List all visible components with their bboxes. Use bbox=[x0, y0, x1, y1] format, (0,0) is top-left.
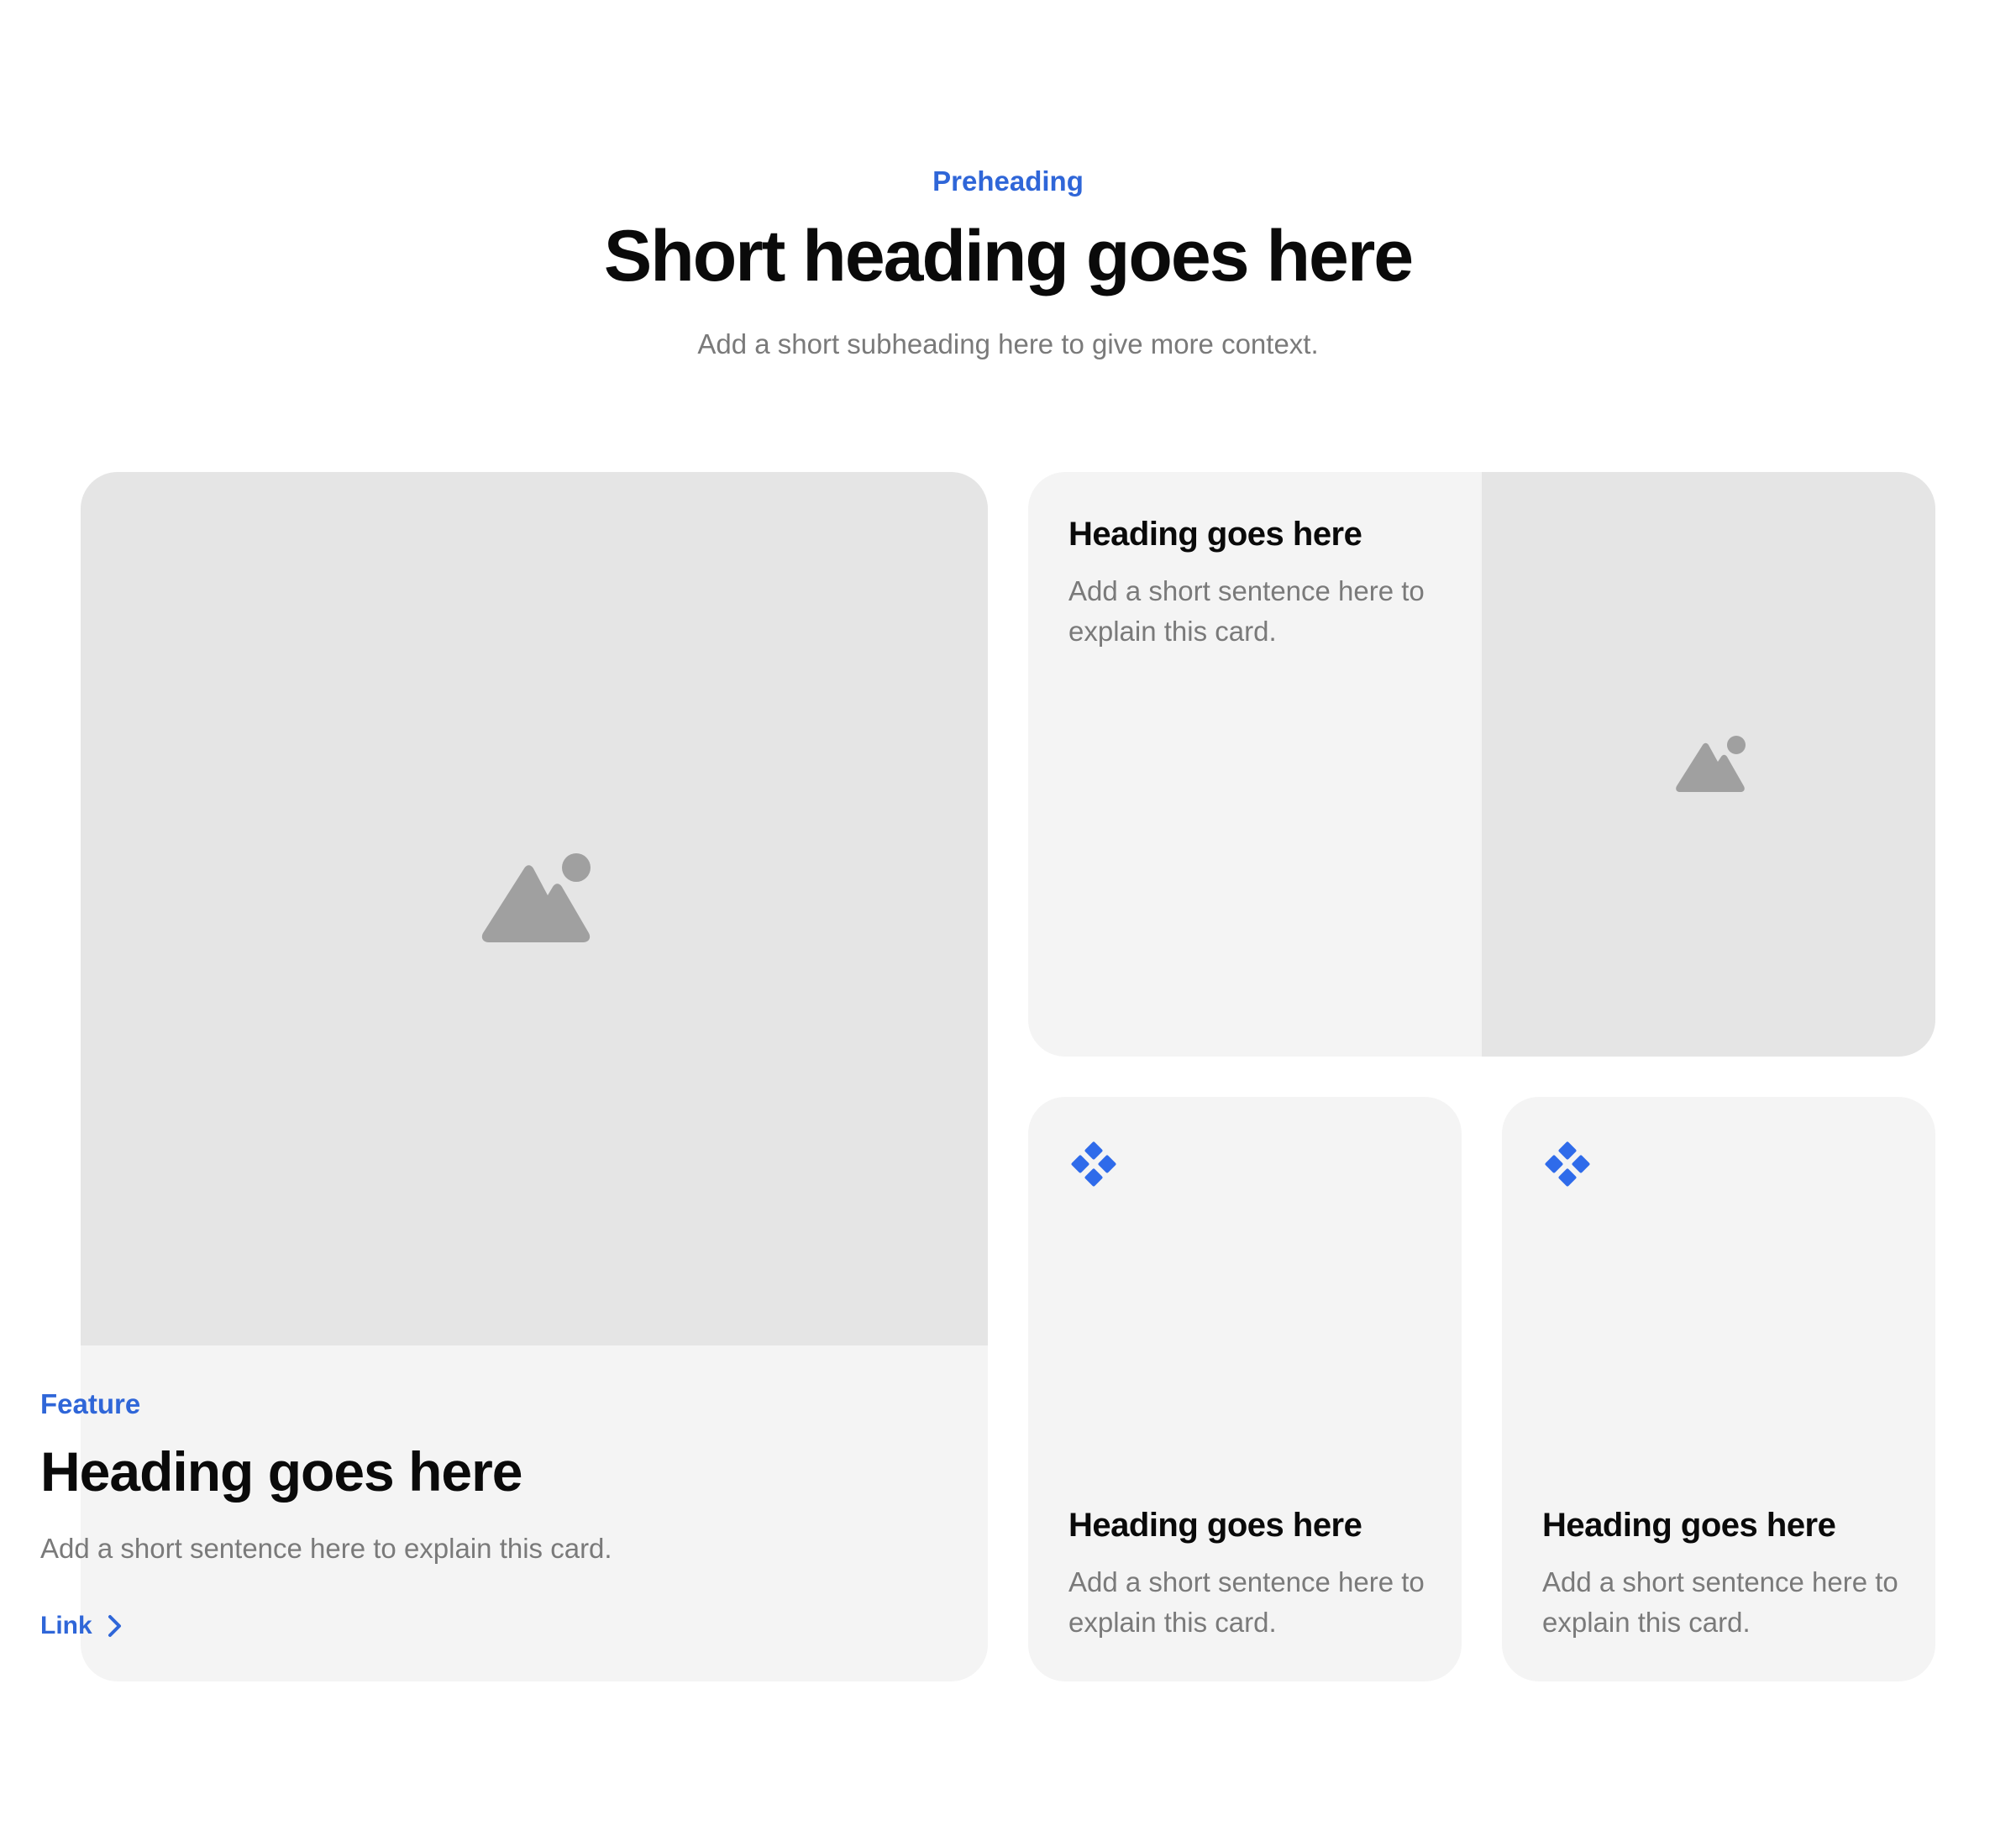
small-card-description: Add a short sentence here to explain thi… bbox=[1068, 1566, 1425, 1638]
page-title: Short heading goes here bbox=[603, 216, 1414, 296]
diamond-grid-icon bbox=[1545, 1141, 1590, 1187]
small-card-heading: Heading goes here bbox=[1542, 1507, 1836, 1544]
feature-heading: Heading goes here bbox=[40, 1440, 522, 1503]
diamond-grid-icon bbox=[1071, 1141, 1116, 1187]
image-placeholder-icon bbox=[1676, 736, 1746, 792]
split-card-description: Add a short sentence here to explain thi… bbox=[1068, 575, 1425, 647]
small-card-heading: Heading goes here bbox=[1068, 1507, 1362, 1544]
split-card-heading: Heading goes here bbox=[1068, 516, 1362, 553]
feature-description: Add a short sentence here to explain thi… bbox=[40, 1533, 612, 1564]
feature-card-image bbox=[81, 472, 988, 1345]
split-card: Heading goes here Add a short sentence h… bbox=[1028, 472, 1935, 1057]
image-placeholder-icon bbox=[481, 853, 591, 942]
preheading: Preheading bbox=[932, 165, 1084, 197]
small-card-description: Add a short sentence here to explain thi… bbox=[1542, 1566, 1898, 1638]
feature-label: Feature bbox=[40, 1388, 141, 1419]
small-card: Heading goes here Add a short sentence h… bbox=[1502, 1097, 1935, 1681]
chevron-right-icon bbox=[108, 1615, 121, 1637]
feature-link-label: Link bbox=[40, 1612, 92, 1639]
small-card: Heading goes here Add a short sentence h… bbox=[1028, 1097, 1462, 1681]
page-subheading: Add a short subheading here to give more… bbox=[697, 328, 1319, 359]
feature-link[interactable]: Link bbox=[40, 1609, 123, 1643]
